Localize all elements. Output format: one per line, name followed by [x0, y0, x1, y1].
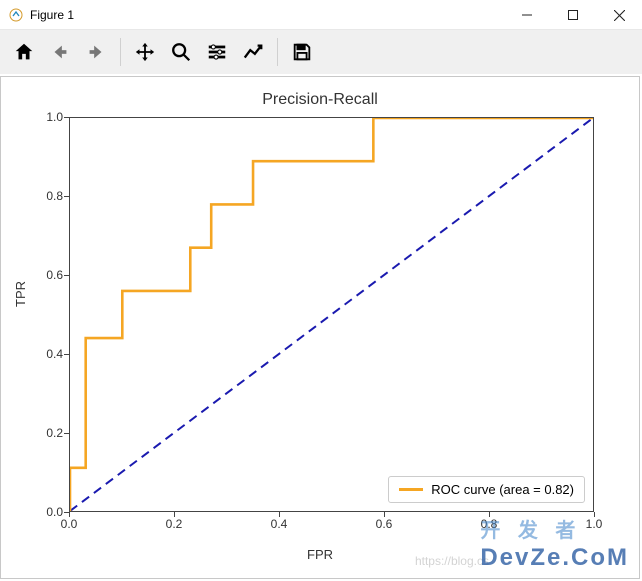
y-tick-label: 0.8 — [23, 189, 63, 203]
x-tick-mark — [594, 512, 595, 517]
x-tick-mark — [279, 512, 280, 517]
y-tick-mark — [64, 433, 69, 434]
x-tick-label: 0.4 — [264, 517, 294, 531]
x-tick-label: 0.2 — [159, 517, 189, 531]
edit-axes-button[interactable] — [237, 36, 269, 68]
y-tick-mark — [64, 117, 69, 118]
y-tick-label: 0.4 — [23, 347, 63, 361]
y-axis-label: TPR — [13, 281, 28, 307]
x-tick-label: 0.8 — [474, 517, 504, 531]
y-tick-mark — [64, 196, 69, 197]
minimize-button[interactable] — [504, 0, 550, 30]
pan-button[interactable] — [129, 36, 161, 68]
toolbar-separator — [277, 38, 278, 66]
window-title: Figure 1 — [30, 8, 504, 22]
y-tick-label: 0.6 — [23, 268, 63, 282]
subplots-button[interactable] — [201, 36, 233, 68]
toolbar-separator — [120, 38, 121, 66]
forward-button[interactable] — [80, 36, 112, 68]
x-axis-label: FPR — [1, 547, 639, 562]
chart-title: Precision-Recall — [1, 91, 639, 109]
x-tick-mark — [174, 512, 175, 517]
legend: ROC curve (area = 0.82) — [388, 476, 585, 503]
x-tick-mark — [384, 512, 385, 517]
y-tick-mark — [64, 275, 69, 276]
maximize-button[interactable] — [550, 0, 596, 30]
window-titlebar: Figure 1 — [0, 0, 642, 30]
diagonal-line — [70, 118, 593, 511]
window-controls — [504, 0, 642, 29]
legend-label: ROC curve (area = 0.82) — [431, 482, 574, 497]
x-tick-label: 1.0 — [579, 517, 609, 531]
legend-swatch — [399, 488, 423, 491]
x-tick-label: 0.0 — [54, 517, 84, 531]
home-button[interactable] — [8, 36, 40, 68]
figure-canvas[interactable]: Precision-Recall TPR FPR ROC curve (area… — [0, 76, 640, 579]
plot-area: ROC curve (area = 0.82) — [69, 117, 594, 512]
close-button[interactable] — [596, 0, 642, 30]
y-tick-mark — [64, 354, 69, 355]
zoom-button[interactable] — [165, 36, 197, 68]
nav-toolbar — [0, 30, 642, 74]
back-button[interactable] — [44, 36, 76, 68]
x-tick-mark — [489, 512, 490, 517]
y-tick-label: 0.2 — [23, 426, 63, 440]
x-tick-label: 0.6 — [369, 517, 399, 531]
roc-line — [70, 118, 593, 511]
save-button[interactable] — [286, 36, 318, 68]
app-icon — [8, 7, 24, 23]
x-tick-mark — [69, 512, 70, 517]
y-tick-label: 1.0 — [23, 110, 63, 124]
